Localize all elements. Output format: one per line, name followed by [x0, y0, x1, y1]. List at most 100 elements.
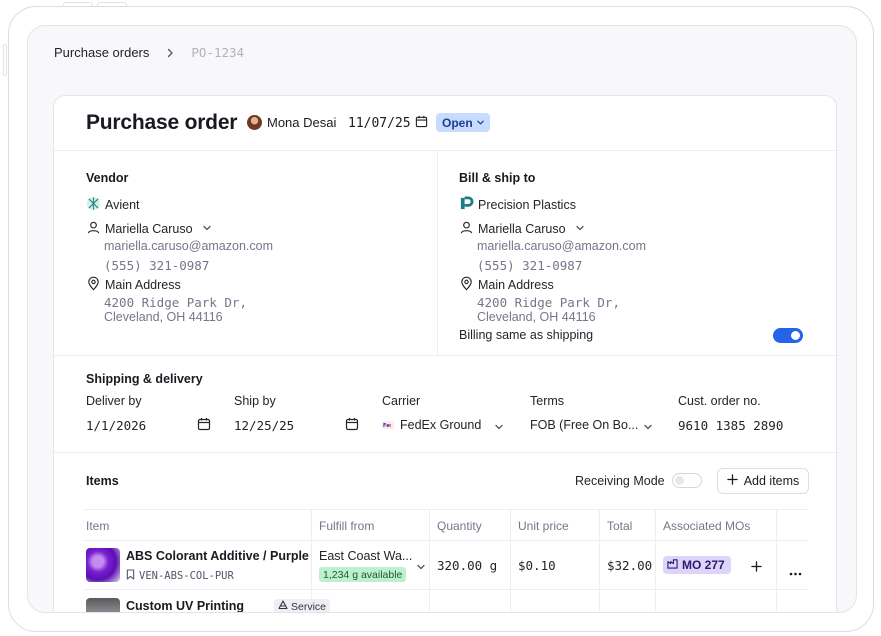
item-thumbnail [86, 548, 120, 582]
deliver-by-value: 1/1/2026 [86, 418, 147, 433]
owner-name: Mona Desai [267, 115, 337, 130]
bill-ship-company-name: Precision Plastics [478, 198, 576, 212]
bill-ship-section-title: Bill & ship to [459, 171, 536, 185]
status-label: Open [442, 115, 473, 130]
vendor-address-line1: 4200 Ridge Park Dr, [104, 295, 247, 310]
plus-icon[interactable] [751, 559, 762, 577]
precision-plastics-logo-icon [459, 196, 474, 214]
table-header: Item Fulfill from Quantity Unit price To… [84, 509, 808, 541]
cust-order-value: 9610 1385 2890 [678, 418, 784, 433]
carrier-select[interactable]: Fe x FedEx Ground [382, 418, 481, 432]
more-options-icon[interactable] [789, 563, 802, 581]
items-section-title: Items [86, 474, 119, 488]
avatar [247, 115, 262, 130]
vendor-contact-name: Mariella Caruso [105, 222, 193, 236]
owner-selector[interactable]: Mona Desai [247, 115, 336, 130]
vendor-phone: (555) 321-0987 [104, 258, 210, 273]
vendor-address[interactable]: Main Address [86, 276, 181, 294]
location-pin-icon [459, 276, 474, 294]
ship-by-input[interactable]: 12/25/25 [234, 418, 294, 433]
item-thumbnail [86, 598, 120, 612]
carrier-value: FedEx Ground [400, 418, 482, 432]
receiving-mode-label: Receiving Mode [575, 474, 665, 488]
bill-ship-company[interactable]: Precision Plastics [459, 196, 576, 214]
column-header-fulfill-from: Fulfill from [319, 519, 375, 533]
factory-icon [667, 558, 678, 572]
vendor-company[interactable]: Avient [86, 196, 140, 214]
bill-ship-address[interactable]: Main Address [459, 276, 554, 294]
add-items-button[interactable]: Add items [717, 468, 809, 494]
billing-same-label: Billing same as shipping [459, 328, 594, 342]
item-sku: VEN-ABS-COL-PUR [126, 569, 234, 583]
user-icon [459, 220, 474, 238]
deliver-by-label: Deliver by [86, 394, 142, 408]
service-icon [278, 600, 288, 612]
cust-order-input[interactable]: 9610 1385 2890 [678, 418, 783, 433]
plus-icon [726, 474, 738, 488]
ship-by-label: Ship by [234, 394, 276, 408]
location-pin-icon [86, 276, 101, 294]
bill-ship-contact-name: Mariella Caruso [478, 222, 566, 236]
bill-ship-address-line1: 4200 Ridge Park Dr, [477, 295, 620, 310]
chevron-down-icon [643, 419, 653, 437]
bill-ship-address-label: Main Address [478, 278, 554, 292]
chevron-down-icon [476, 116, 485, 130]
chevron-down-icon [575, 222, 585, 236]
availability-badge: 1,234 g available [319, 567, 407, 582]
column-header-unit-price: Unit price [518, 519, 569, 533]
chevron-down-icon [494, 419, 504, 437]
bill-ship-phone: (555) 321-0987 [477, 258, 583, 273]
purchase-order-card: Purchase order Mona Desai 11/07/25 Open [53, 95, 837, 613]
service-tag-label: Service [291, 600, 327, 613]
order-date[interactable]: 11/07/25 [348, 115, 428, 131]
vendor-contact-selector[interactable]: Mariella Caruso [86, 220, 212, 238]
breadcrumb-purchase-orders[interactable]: Purchase orders [54, 45, 149, 60]
mo-badge[interactable]: MO 277 [663, 556, 731, 574]
order-date-value: 11/07/25 [348, 115, 411, 131]
fedex-logo-icon: Fe x [382, 420, 394, 430]
deliver-by-input[interactable]: 1/1/2026 [86, 418, 146, 433]
bill-ship-address-line2: Cleveland, OH 44116 [477, 310, 596, 324]
calendar-icon[interactable] [197, 417, 211, 436]
item-name[interactable]: Custom UV Printing [126, 599, 244, 612]
chevron-down-icon [202, 222, 212, 236]
app-window: Purchase orders PO-1234 Purchase order M… [27, 25, 857, 613]
service-tag: Service [274, 599, 331, 613]
receiving-mode-toggle[interactable] [672, 473, 702, 488]
user-icon [86, 220, 101, 238]
column-header-quantity: Quantity [437, 519, 482, 533]
unit-price-input[interactable]: $0.10 [518, 558, 556, 573]
fulfill-from-select[interactable]: East Coast Wa... [319, 549, 412, 563]
column-header-total: Total [607, 519, 633, 533]
quantity-input[interactable]: 320.00 g [437, 558, 497, 573]
table-row[interactable]: Custom UV Printing Service [84, 591, 808, 613]
divider [437, 151, 438, 355]
table-row[interactable]: ABS Colorant Additive / Purple VEN-ABS-C… [84, 541, 808, 590]
bill-ship-contact-selector[interactable]: Mariella Caruso [459, 220, 585, 238]
column-header-item: Item [86, 519, 110, 533]
vendor-address-line2: Cleveland, OH 44116 [104, 310, 223, 324]
status-badge[interactable]: Open [436, 113, 490, 132]
chevron-down-icon [416, 559, 426, 577]
breadcrumb-current: PO-1234 [191, 45, 245, 60]
card-header: Purchase order Mona Desai 11/07/25 Open [54, 96, 836, 151]
device-side-button [3, 44, 7, 76]
billing-same-toggle[interactable] [773, 328, 803, 343]
calendar-icon[interactable] [345, 417, 359, 436]
divider [54, 355, 836, 356]
cust-order-label: Cust. order no. [678, 394, 761, 408]
terms-value: FOB (Free On Bo... [530, 418, 639, 432]
column-header-associated-mos: Associated MOs [663, 519, 751, 533]
shipping-section-title: Shipping & delivery [86, 372, 203, 386]
vendor-email: mariella.caruso@amazon.com [104, 239, 274, 253]
carrier-label: Carrier [382, 394, 421, 408]
vendor-company-name: Avient [105, 198, 140, 212]
item-name[interactable]: ABS Colorant Additive / Purple [126, 549, 309, 563]
add-items-label: Add items [743, 474, 800, 488]
vendor-address-label: Main Address [105, 278, 181, 292]
divider [54, 452, 836, 453]
chevron-right-icon [163, 46, 177, 60]
total-value: $32.00 [607, 558, 653, 573]
terms-select[interactable]: FOB (Free On Bo... [530, 418, 638, 432]
avient-logo-icon [86, 196, 101, 214]
